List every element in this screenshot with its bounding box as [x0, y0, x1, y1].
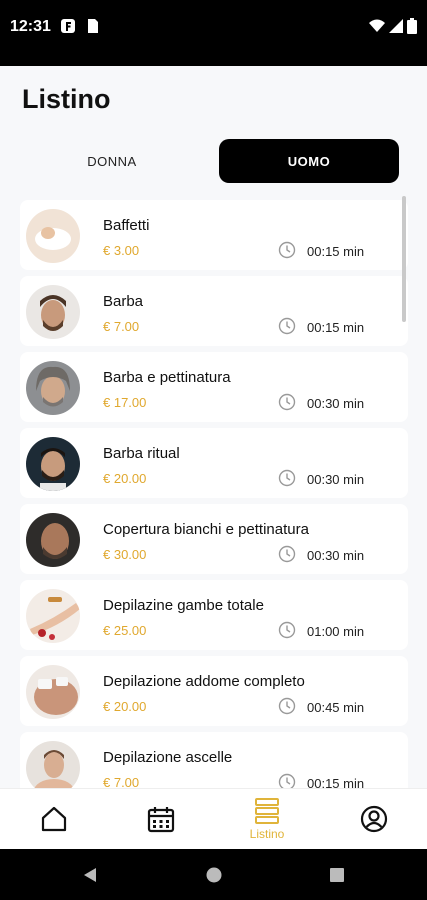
service-row[interactable]: Baffetti € 3.00 00:15 min: [20, 200, 408, 270]
service-name: Depilazione ascelle: [103, 749, 233, 766]
service-name: Barba e pettinatura: [103, 369, 231, 386]
recents-icon[interactable]: [329, 867, 345, 883]
service-list: Baffetti € 3.00 00:15 min Barba € 7.00 0…: [20, 196, 408, 788]
service-image: [26, 665, 80, 719]
service-price: € 3.00: [103, 243, 140, 258]
service-duration: 00:15 min: [307, 776, 365, 788]
service-image: [26, 513, 80, 567]
service-image: [26, 285, 80, 339]
system-nav-bar: [0, 849, 427, 900]
service-price: € 20.00: [103, 471, 147, 486]
clock-icon: [278, 773, 296, 788]
service-image: [26, 209, 80, 263]
service-duration: 00:15 min: [307, 244, 365, 259]
tab-donna[interactable]: DONNA: [22, 139, 202, 183]
profile-icon: [360, 805, 388, 833]
service-row[interactable]: Depilazione addome completo € 20.00 00:4…: [20, 656, 408, 726]
list-scrollbar[interactable]: [402, 196, 406, 322]
service-name: Depilazione addome completo: [103, 673, 305, 690]
bottom-tab-bar: Listino: [0, 788, 427, 850]
service-price: € 7.00: [103, 775, 140, 788]
list-icon: [255, 798, 279, 824]
service-row[interactable]: Copertura bianchi e pettinatura € 30.00 …: [20, 504, 408, 574]
service-row[interactable]: Barba e pettinatura € 17.00 00:30 min: [20, 352, 408, 422]
back-icon[interactable]: [82, 867, 98, 883]
clock-icon: [278, 469, 296, 487]
service-row[interactable]: Depilazione ascelle € 7.00 00:15 min: [20, 732, 408, 788]
service-image: [26, 437, 80, 491]
service-duration: 00:30 min: [307, 472, 365, 487]
home-nav-icon[interactable]: [206, 867, 222, 883]
tab-profile[interactable]: [339, 789, 409, 850]
service-name: Baffetti: [103, 217, 150, 234]
clock-icon: [278, 545, 296, 563]
status-bar: 12:31: [0, 0, 427, 66]
header: Listino DONNA UOMO: [0, 66, 427, 190]
service-row[interactable]: Barba ritual € 20.00 00:30 min: [20, 428, 408, 498]
service-name: Barba: [103, 293, 144, 310]
home-icon: [41, 806, 67, 832]
wifi-icon: [369, 19, 385, 32]
clock-icon: [278, 317, 296, 335]
service-price: € 30.00: [103, 547, 147, 562]
tab-listino[interactable]: Listino: [232, 789, 302, 850]
service-price: € 25.00: [103, 623, 147, 638]
status-time: 12:31: [10, 18, 51, 35]
notification-f-icon: [61, 19, 75, 33]
service-name: Copertura bianchi e pettinatura: [103, 521, 309, 538]
service-row[interactable]: Depilazine gambe totale € 25.00 01:00 mi…: [20, 580, 408, 650]
tab-calendar[interactable]: [126, 789, 196, 850]
battery-icon: [407, 18, 417, 34]
service-name: Depilazine gambe totale: [103, 597, 264, 614]
service-duration: 01:00 min: [307, 624, 365, 639]
service-duration: 00:15 min: [307, 320, 365, 335]
clock-icon: [278, 697, 296, 715]
service-name: Barba ritual: [103, 445, 180, 462]
calendar-icon: [147, 807, 175, 833]
service-image: [26, 589, 80, 643]
clock-icon: [278, 393, 296, 411]
service-price: € 7.00: [103, 319, 140, 334]
clock-icon: [278, 241, 296, 259]
tab-home[interactable]: [19, 789, 89, 850]
page-title: Listino: [22, 84, 111, 114]
service-duration: 00:30 min: [307, 548, 365, 563]
service-price: € 20.00: [103, 699, 147, 714]
sd-card-icon: [88, 19, 98, 33]
tab-listino-label: Listino: [249, 827, 285, 841]
service-price: € 17.00: [103, 395, 147, 410]
signal-icon: [389, 19, 403, 33]
service-image: [26, 361, 80, 415]
tab-uomo[interactable]: UOMO: [219, 139, 399, 183]
clock-icon: [278, 621, 296, 639]
service-image: [26, 741, 80, 788]
service-duration: 00:30 min: [307, 396, 365, 411]
gender-segment: DONNA UOMO: [22, 139, 400, 183]
service-duration: 00:45 min: [307, 700, 365, 715]
service-row[interactable]: Barba € 7.00 00:15 min: [20, 276, 408, 346]
